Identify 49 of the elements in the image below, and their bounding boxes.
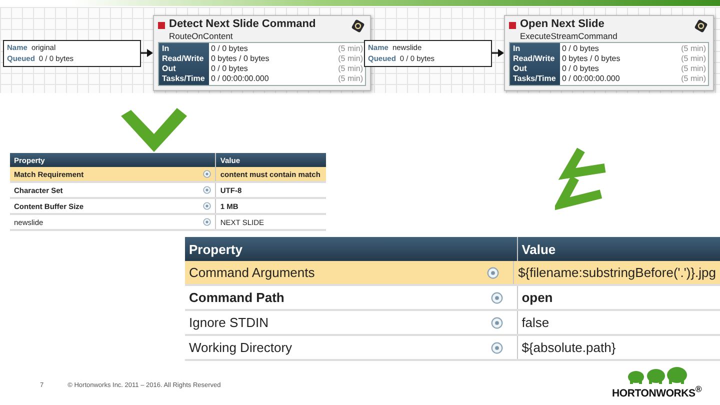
- stat-value: 0 / 0 bytes: [211, 64, 248, 74]
- property-row[interactable]: Command Path open: [185, 286, 720, 311]
- help-icon[interactable]: [490, 316, 503, 328]
- stat-window: (5 min): [681, 64, 706, 74]
- property-row[interactable]: Command Arguments ${filename:substringBefore('.')}.jpg: [185, 261, 720, 286]
- processor-card[interactable]: Open Next Slide ExecuteStreamCommand In Read/Write Out Tasks/Time 0 / 0 bytes (5 min) 0 bytes / 0 bytes (5 min) 0 / 0 bytes (5 min) 0 / 00:00:00.000 (5 min): [504, 15, 714, 91]
- stat-label: Tasks/Time: [162, 74, 206, 84]
- stat-label: Out: [162, 64, 177, 74]
- stat-value: 0 / 00:00:00.000: [562, 74, 620, 84]
- stat-window: (5 min): [338, 64, 363, 74]
- stat-value: 0 / 0 bytes: [211, 44, 248, 54]
- column-header: Property: [188, 240, 244, 259]
- property-value: ${absolute.path}: [522, 340, 616, 355]
- logo-text: HORTONWORKS$^{®}$: [612, 384, 702, 400]
- stat-window: (5 min): [681, 44, 706, 54]
- stat-window: (5 min): [338, 54, 363, 64]
- connection-arrow: [141, 48, 153, 58]
- property-value: open: [522, 290, 553, 305]
- property-name: Command Path: [189, 290, 284, 305]
- property-row[interactable]: Working Directory ${absolute.path}: [185, 336, 720, 361]
- stat-label: In: [513, 44, 522, 54]
- processor-name: Open Next Slide: [520, 18, 606, 31]
- help-icon[interactable]: [487, 266, 500, 278]
- stat-label: Out: [513, 64, 528, 74]
- stat-window: (5 min): [338, 74, 363, 84]
- stat-value: 0 / 0 bytes: [562, 44, 599, 54]
- stat-label: Read/Write: [162, 54, 205, 64]
- processor-type: RouteOnContent: [169, 31, 234, 41]
- stat-window: (5 min): [338, 44, 363, 54]
- processor-type: ExecuteStreamCommand: [520, 31, 618, 41]
- help-icon[interactable]: [490, 292, 503, 304]
- stat-window: (5 min): [681, 54, 706, 64]
- stat-label: Read/Write: [513, 54, 556, 64]
- connection-arrow: [492, 48, 504, 58]
- stat-label: In: [162, 44, 170, 54]
- stat-value: 0 / 00:00:00.000: [211, 74, 269, 84]
- property-value: false: [522, 315, 550, 330]
- processor-name: Detect Next Slide Command: [169, 18, 317, 31]
- property-name: Working Directory: [189, 340, 292, 355]
- stat-window: (5 min): [681, 74, 706, 84]
- property-value: ${filename:substringBefore('.')}.jpg: [518, 265, 716, 280]
- stat-value: 0 bytes / 0 bytes: [562, 54, 620, 64]
- stat-label: Tasks/Time: [513, 74, 557, 84]
- property-name: Command Arguments: [189, 265, 315, 280]
- stat-value: 0 / 0 bytes: [562, 64, 599, 74]
- stat-value: 0 bytes / 0 bytes: [211, 54, 270, 64]
- help-icon[interactable]: [490, 342, 503, 354]
- property-name: Ignore STDIN: [189, 315, 268, 330]
- property-row[interactable]: Ignore STDIN false: [185, 311, 720, 336]
